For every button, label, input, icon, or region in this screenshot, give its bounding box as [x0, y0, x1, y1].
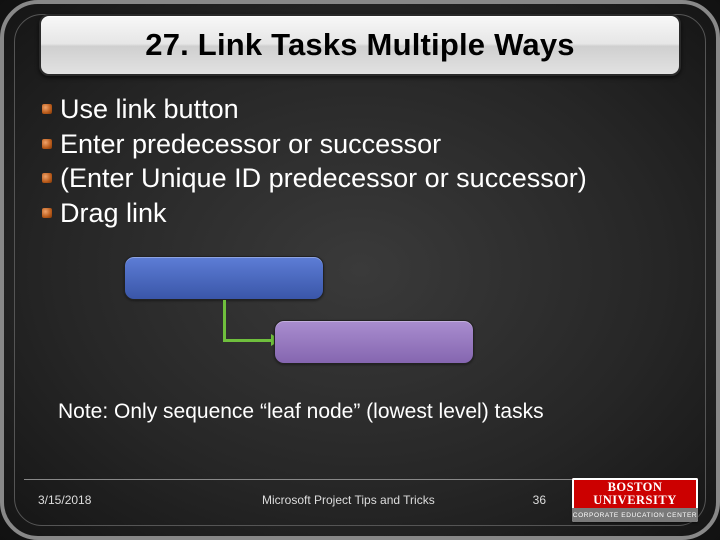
list-item: Enter predecessor or successor [42, 127, 678, 162]
bullet-text: Drag link [60, 196, 167, 231]
logo-tagline: CORPORATE EDUCATION CENTER [572, 508, 698, 522]
bullet-icon [42, 139, 52, 149]
bullet-icon [42, 173, 52, 183]
task-bar-successor [274, 320, 474, 364]
slide-title: 27. Link Tasks Multiple Ways [145, 27, 574, 63]
footer-topic: Microsoft Project Tips and Tricks [262, 493, 435, 507]
bullet-icon [42, 104, 52, 114]
list-item: (Enter Unique ID predecessor or successo… [42, 161, 678, 196]
boston-university-logo: BOSTON UNIVERSITY CORPORATE EDUCATION CE… [572, 478, 698, 522]
title-bar: 27. Link Tasks Multiple Ways [39, 14, 681, 76]
footer-page-number: 36 [533, 493, 546, 507]
logo-org: BOSTON UNIVERSITY [572, 478, 698, 508]
task-bar-predecessor [124, 256, 324, 300]
note-text: Note: Only sequence “leaf node” (lowest … [58, 400, 544, 424]
bullet-icon [42, 208, 52, 218]
dependency-link [223, 300, 274, 342]
bullet-text: Enter predecessor or successor [60, 127, 441, 162]
list-item: Use link button [42, 92, 678, 127]
link-diagram [124, 252, 544, 372]
content-area: Use link button Enter predecessor or suc… [42, 92, 678, 230]
bullet-text: Use link button [60, 92, 239, 127]
list-item: Drag link [42, 196, 678, 231]
bullet-text: (Enter Unique ID predecessor or successo… [60, 161, 587, 196]
logo-line2: UNIVERSITY [593, 494, 677, 507]
footer-date: 3/15/2018 [38, 493, 91, 507]
slide: 27. Link Tasks Multiple Ways Use link bu… [0, 0, 720, 540]
